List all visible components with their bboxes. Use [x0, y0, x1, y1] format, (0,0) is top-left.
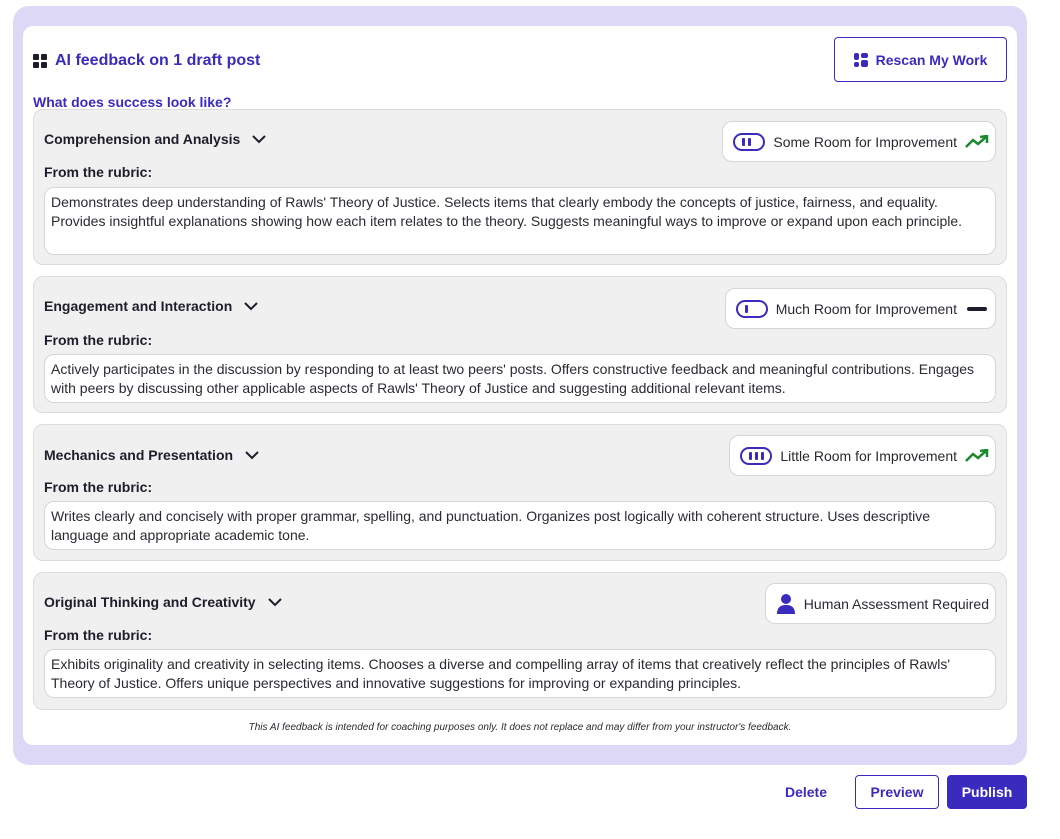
- criterion-card: Comprehension and Analysis Some Room for…: [33, 109, 1007, 265]
- rubric-label: From the rubric:: [44, 479, 153, 495]
- status-text: Little Room for Improvement: [780, 447, 957, 464]
- rubric-text: Writes clearly and concisely with proper…: [44, 501, 996, 550]
- rubric-label: From the rubric:: [44, 332, 153, 348]
- preview-button[interactable]: Preview: [855, 775, 939, 809]
- criterion-title: Comprehension and Analysis: [44, 131, 267, 147]
- criterion-card: Original Thinking and Creativity Human A…: [33, 572, 1007, 710]
- delete-button[interactable]: Delete: [775, 776, 837, 808]
- meter-medium-icon: [733, 132, 766, 151]
- status-text: Human Assessment Required: [803, 595, 989, 612]
- chevron-down-icon[interactable]: [244, 301, 258, 311]
- status-badge: Human Assessment Required: [764, 583, 996, 624]
- status-text: Much Room for Improvement: [775, 300, 957, 317]
- status-badge: Little Room for Improvement: [729, 435, 996, 476]
- publish-button[interactable]: Publish: [947, 775, 1027, 809]
- success-link[interactable]: What does success look like?: [33, 94, 231, 110]
- status-text: Some Room for Improvement: [773, 133, 957, 150]
- chevron-down-icon[interactable]: [252, 134, 267, 144]
- status-badge: Much Room for Improvement: [724, 288, 996, 329]
- flat-trend-icon: [965, 302, 989, 316]
- feedback-frame: AI feedback on 1 draft post Rescan My Wo…: [13, 6, 1027, 765]
- person-icon: [776, 593, 796, 615]
- page-title: AI feedback on 1 draft post: [55, 52, 261, 69]
- criterion-title: Original Thinking and Creativity: [44, 594, 282, 610]
- meter-high-icon: [740, 446, 773, 465]
- feedback-panel: AI feedback on 1 draft post Rescan My Wo…: [23, 26, 1017, 745]
- rubric-text: Exhibits originality and creativity in s…: [44, 649, 996, 698]
- rubric-label: From the rubric:: [44, 627, 153, 643]
- status-badge: Some Room for Improvement: [722, 121, 996, 162]
- rubric-text: Actively participates in the discussion …: [44, 354, 996, 403]
- action-bar: Delete Preview Publish: [775, 775, 1027, 809]
- meter-low-icon: [735, 299, 768, 318]
- rubric-text: Demonstrates deep understanding of Rawls…: [44, 187, 996, 255]
- rescan-label: Rescan My Work: [875, 51, 988, 68]
- trending-up-icon: [965, 448, 989, 463]
- criterion-card: Engagement and Interaction Much Room for…: [33, 276, 1007, 413]
- criterion-card: Mechanics and Presentation Little Room f…: [33, 424, 1007, 561]
- scan-icon: [853, 52, 868, 67]
- feedback-header: AI feedback on 1 draft post: [33, 50, 260, 72]
- criterion-title: Engagement and Interaction: [44, 298, 258, 314]
- dashboard-icon: [33, 54, 47, 68]
- rescan-button[interactable]: Rescan My Work: [834, 37, 1007, 82]
- trending-up-icon: [965, 134, 989, 149]
- chevron-down-icon[interactable]: [267, 597, 282, 607]
- chevron-down-icon[interactable]: [245, 450, 259, 460]
- disclaimer: This AI feedback is intended for coachin…: [248, 722, 792, 733]
- criterion-title: Mechanics and Presentation: [44, 447, 259, 463]
- rubric-label: From the rubric:: [44, 164, 153, 180]
